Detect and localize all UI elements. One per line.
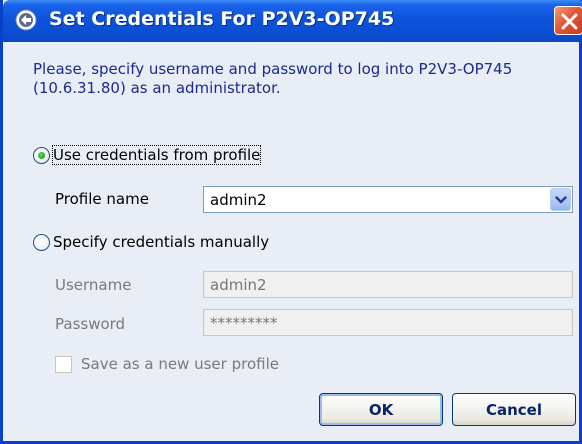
save-profile-label[interactable]: Save as a new user profile bbox=[81, 355, 279, 373]
save-profile-checkbox[interactable] bbox=[55, 355, 72, 373]
password-value: ********* bbox=[210, 314, 278, 332]
ok-button[interactable]: OK bbox=[319, 393, 443, 426]
title-bar[interactable]: Set Credentials For P2V3-OP745 bbox=[3, 0, 582, 42]
use-profile-label[interactable]: Use credentials from profile bbox=[51, 145, 262, 165]
username-field[interactable]: admin2 bbox=[203, 271, 573, 298]
username-value: admin2 bbox=[210, 276, 267, 294]
username-label: Username bbox=[55, 276, 132, 294]
save-profile-option[interactable]: Save as a new user profile bbox=[55, 355, 279, 373]
close-icon bbox=[561, 13, 578, 30]
manual-option[interactable]: Specify credentials manually bbox=[33, 233, 269, 251]
chevron-down-icon bbox=[555, 196, 567, 204]
close-button[interactable] bbox=[554, 6, 582, 35]
dialog-window: Set Credentials For P2V3-OP745 Please, s… bbox=[0, 0, 582, 444]
instruction-text: Please, specify username and password to… bbox=[33, 60, 513, 97]
profile-name-label: Profile name bbox=[55, 190, 149, 208]
converter-logo-icon bbox=[15, 9, 37, 31]
profile-dropdown-button[interactable] bbox=[550, 188, 571, 211]
use-profile-option[interactable]: Use credentials from profile bbox=[33, 145, 262, 165]
manual-label[interactable]: Specify credentials manually bbox=[53, 233, 269, 251]
password-field[interactable]: ********* bbox=[203, 309, 573, 336]
cancel-button[interactable]: Cancel bbox=[452, 393, 576, 426]
use-profile-radio[interactable] bbox=[33, 146, 50, 164]
radio-selected-dot bbox=[38, 151, 45, 159]
password-label: Password bbox=[55, 315, 126, 333]
manual-radio[interactable] bbox=[33, 233, 50, 251]
profile-name-value: admin2 bbox=[210, 191, 267, 209]
profile-name-combobox[interactable]: admin2 bbox=[203, 186, 573, 213]
window-title: Set Credentials For P2V3-OP745 bbox=[49, 8, 395, 30]
